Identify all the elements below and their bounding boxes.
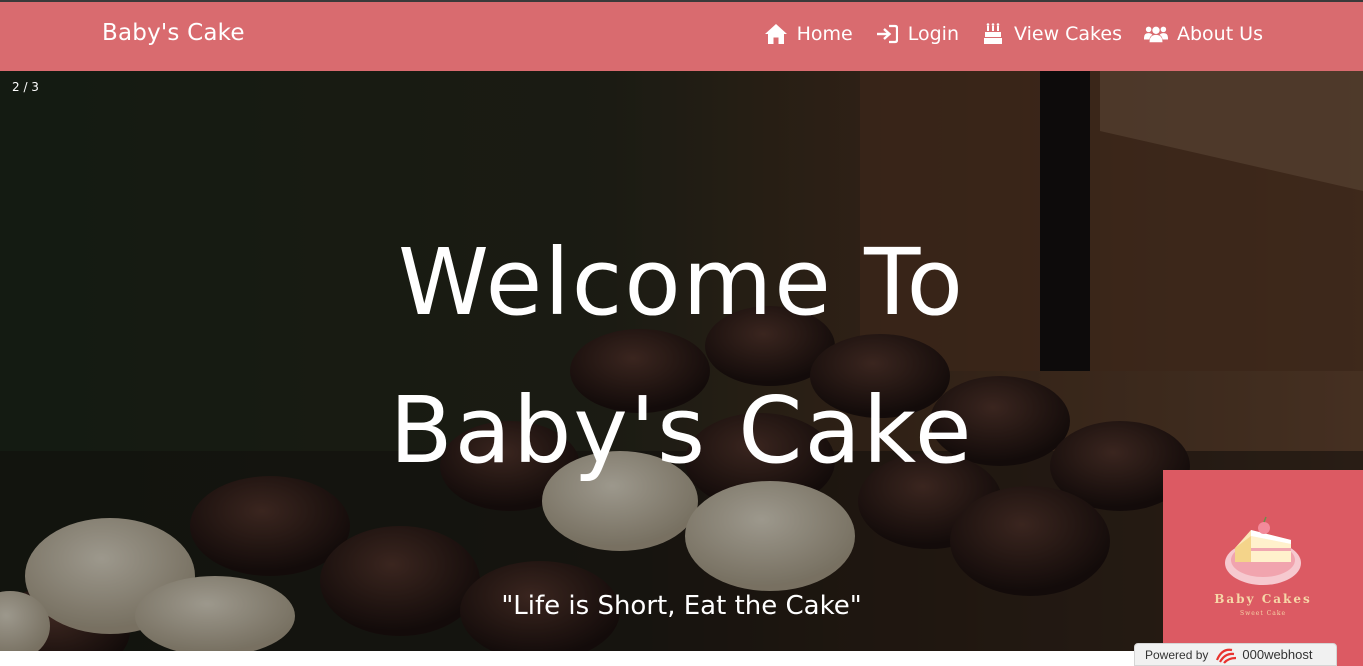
nav-view-cakes[interactable]: View Cakes (981, 22, 1122, 46)
powered-by-badge[interactable]: Powered by 000webhost (1134, 643, 1337, 666)
nav-about-us[interactable]: About Us (1143, 22, 1263, 46)
logo-subtitle: Sweet Cake (1239, 610, 1287, 617)
nav-view-cakes-label: View Cakes (1014, 23, 1122, 45)
hero-title-line1: Welcome To (398, 229, 965, 336)
powered-by-label: Powered by (1145, 647, 1209, 662)
webhost-name: 000webhost (1242, 647, 1313, 662)
home-icon (764, 22, 788, 46)
hero-title: Welcome To Baby's Cake (0, 209, 1363, 505)
nav-login-label: Login (907, 23, 960, 45)
baby-cakes-logo-widget[interactable]: Baby Cakes Sweet Cake (1163, 470, 1363, 666)
logo-title: Baby Cakes (1214, 592, 1312, 606)
nav-login[interactable]: Login (875, 22, 959, 46)
nav-about-us-label: About Us (1176, 23, 1263, 45)
hero-slideshow[interactable]: 2 / 3 Welcome To Baby's Cake "Life is Sh… (0, 71, 1363, 651)
hero-title-line2: Baby's Cake (389, 377, 974, 484)
slide-counter: 2 / 3 (12, 80, 39, 94)
nav-home-label: Home (796, 23, 853, 45)
page: Baby's Cake Home Login View Cakes About … (0, 0, 1363, 666)
nav-home[interactable]: Home (764, 22, 853, 46)
users-icon (1143, 22, 1168, 46)
webhost-logo-icon (1214, 646, 1240, 664)
login-icon (875, 22, 899, 46)
cake-slice-icon (1225, 516, 1301, 585)
nav-menu: Home Login View Cakes About Us (742, 22, 1263, 46)
birthday-cake-icon (981, 22, 1005, 46)
navbar: Baby's Cake Home Login View Cakes About … (0, 2, 1363, 71)
brand-logo-text[interactable]: Baby's Cake (102, 20, 245, 46)
hero-tagline: "Life is Short, Eat the Cake" (501, 591, 862, 621)
